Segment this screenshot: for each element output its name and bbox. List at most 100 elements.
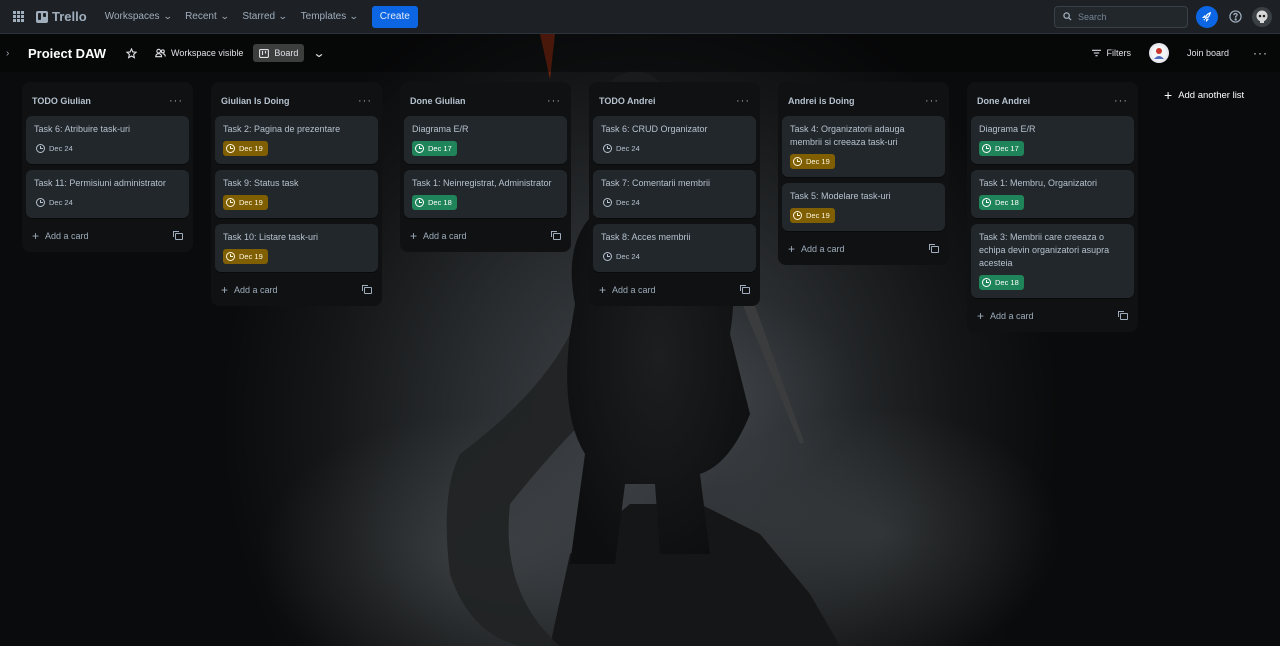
- clock-icon: [36, 198, 45, 207]
- card[interactable]: Task 7: Comentarii membrii Dec 24: [593, 170, 756, 218]
- card-template-icon[interactable]: [362, 284, 372, 294]
- card[interactable]: Task 1: Membru, Organizatori Dec 18: [971, 170, 1134, 218]
- top-nav-right: Search: [1054, 5, 1272, 28]
- list-title[interactable]: Done Andrei: [977, 96, 1030, 106]
- clock-icon: [415, 144, 424, 153]
- workspaces-menu[interactable]: Workspaces ⌄: [99, 5, 177, 28]
- list-menu-icon[interactable]: ···: [547, 95, 561, 107]
- list-header[interactable]: TODO Andrei ···: [593, 88, 756, 114]
- add-another-list-button[interactable]: + Add another list: [1156, 84, 1276, 106]
- create-button[interactable]: Create: [371, 5, 418, 28]
- board-member-avatar[interactable]: [1148, 43, 1169, 63]
- sidebar-expand-icon[interactable]: ›: [6, 48, 18, 59]
- clock-icon: [226, 144, 235, 153]
- due-date-badge: Dec 24: [601, 141, 645, 156]
- due-date-label: Dec 17: [995, 144, 1019, 153]
- list-title[interactable]: Done Giulian: [410, 96, 466, 106]
- starred-menu[interactable]: Starred ⌄: [236, 5, 292, 28]
- card-template-icon[interactable]: [929, 243, 939, 253]
- help-icon[interactable]: [1226, 8, 1244, 26]
- due-date-badge[interactable]: Dec 19: [223, 195, 268, 210]
- card[interactable]: Task 6: CRUD Organizator Dec 24: [593, 116, 756, 164]
- list-menu-icon[interactable]: ···: [925, 95, 939, 107]
- card-template-icon[interactable]: [740, 284, 750, 294]
- list-menu-icon[interactable]: ···: [358, 95, 372, 107]
- list-menu-icon[interactable]: ···: [1114, 95, 1128, 107]
- list-menu-icon[interactable]: ···: [736, 95, 750, 107]
- due-date-label: Dec 18: [428, 198, 452, 207]
- due-date-badge[interactable]: Dec 18: [412, 195, 457, 210]
- list-footer: + Add a card: [971, 304, 1134, 326]
- card[interactable]: Diagrama E/R Dec 17: [971, 116, 1134, 164]
- list-footer: + Add a card: [593, 278, 756, 300]
- due-date-badge[interactable]: Dec 18: [979, 195, 1024, 210]
- join-board-button[interactable]: Join board: [1181, 44, 1235, 62]
- card[interactable]: Task 3: Membrii care creeaza o echipa de…: [971, 224, 1134, 298]
- recent-menu[interactable]: Recent ⌄: [179, 5, 234, 28]
- views-dropdown-button[interactable]: ⌄: [308, 42, 330, 64]
- star-board-button[interactable]: [120, 44, 143, 63]
- trello-logo[interactable]: Trello: [36, 9, 87, 24]
- due-date-label: Dec 18: [995, 198, 1019, 207]
- trello-logo-icon: [36, 10, 48, 23]
- due-date-badge[interactable]: Dec 17: [412, 141, 457, 156]
- list-todo-giulian: TODO Giulian ··· Task 6: Atribuire task-…: [22, 82, 193, 252]
- list-title[interactable]: TODO Giulian: [32, 96, 91, 106]
- card[interactable]: Diagrama E/R Dec 17: [404, 116, 567, 164]
- due-date-badge[interactable]: Dec 18: [979, 275, 1024, 290]
- list-title[interactable]: Giulian Is Doing: [221, 96, 290, 106]
- notifications-button[interactable]: [1196, 5, 1218, 28]
- list-giulian-is-doing: Giulian Is Doing ··· Task 2: Pagina de p…: [211, 82, 382, 306]
- due-date-badge[interactable]: Dec 19: [223, 249, 268, 264]
- due-date-badge[interactable]: Dec 19: [790, 154, 835, 169]
- chevron-down-icon: ⌄: [277, 11, 288, 21]
- card-template-icon[interactable]: [551, 230, 561, 240]
- add-card-button[interactable]: + Add a card: [410, 230, 467, 242]
- board-menu-button[interactable]: ···: [1247, 42, 1274, 64]
- search-input[interactable]: Search: [1054, 5, 1188, 28]
- add-card-button[interactable]: + Add a card: [221, 284, 278, 296]
- card-template-icon[interactable]: [173, 230, 183, 240]
- card[interactable]: Task 5: Modelare task-uri Dec 19: [782, 183, 945, 231]
- filters-button[interactable]: Filters: [1086, 44, 1137, 62]
- board-title[interactable]: Proiect DAW: [28, 46, 106, 61]
- list-header[interactable]: TODO Giulian ···: [26, 88, 189, 114]
- add-card-button[interactable]: + Add a card: [599, 284, 656, 296]
- add-card-button[interactable]: + Add a card: [32, 230, 89, 242]
- card[interactable]: Task 4: Organizatorii adauga membrii si …: [782, 116, 945, 177]
- card[interactable]: Task 10: Listare task-uri Dec 19: [215, 224, 378, 272]
- card-title: Task 11: Permisiuni administrator: [34, 178, 166, 188]
- due-date-badge: Dec 24: [601, 249, 645, 264]
- card[interactable]: Task 11: Permisiuni administrator Dec 24: [26, 170, 189, 218]
- list-title[interactable]: Andrei is Doing: [788, 96, 855, 106]
- user-avatar[interactable]: [1252, 6, 1272, 27]
- list-header[interactable]: Giulian Is Doing ···: [215, 88, 378, 114]
- list-menu-icon[interactable]: ···: [169, 95, 183, 107]
- templates-menu[interactable]: Templates ⌄: [295, 5, 364, 28]
- join-board-label: Join board: [1186, 48, 1229, 58]
- card[interactable]: Task 8: Acces membrii Dec 24: [593, 224, 756, 272]
- card-template-icon[interactable]: [1118, 310, 1128, 320]
- due-date-badge[interactable]: Dec 19: [223, 141, 268, 156]
- app-switcher-icon[interactable]: [8, 7, 28, 27]
- card[interactable]: Task 2: Pagina de prezentare Dec 19: [215, 116, 378, 164]
- card-title: Task 1: Membru, Organizatori: [979, 178, 1098, 188]
- list-header[interactable]: Andrei is Doing ···: [782, 88, 945, 114]
- board-view-button[interactable]: Board: [253, 44, 305, 62]
- due-date-badge[interactable]: Dec 17: [979, 141, 1024, 156]
- add-card-button[interactable]: + Add a card: [977, 310, 1034, 322]
- workspace-visible-button[interactable]: Workspace visible: [149, 44, 249, 62]
- due-date-badge: Dec 24: [34, 195, 78, 210]
- add-card-button[interactable]: + Add a card: [788, 243, 845, 255]
- star-icon: [126, 47, 138, 59]
- list-title[interactable]: TODO Andrei: [599, 96, 656, 106]
- list-header[interactable]: Done Andrei ···: [971, 88, 1134, 114]
- clock-icon: [982, 198, 991, 207]
- card[interactable]: Task 1: Neinregistrat, Administrator Dec…: [404, 170, 567, 218]
- list-header[interactable]: Done Giulian ···: [404, 88, 567, 114]
- due-date-badge[interactable]: Dec 19: [790, 208, 835, 223]
- card-title: Task 7: Comentarii membrii: [601, 178, 711, 188]
- card[interactable]: Task 9: Status task Dec 19: [215, 170, 378, 218]
- plus-icon: +: [788, 242, 796, 256]
- card[interactable]: Task 6: Atribuire task-uri Dec 24: [26, 116, 189, 164]
